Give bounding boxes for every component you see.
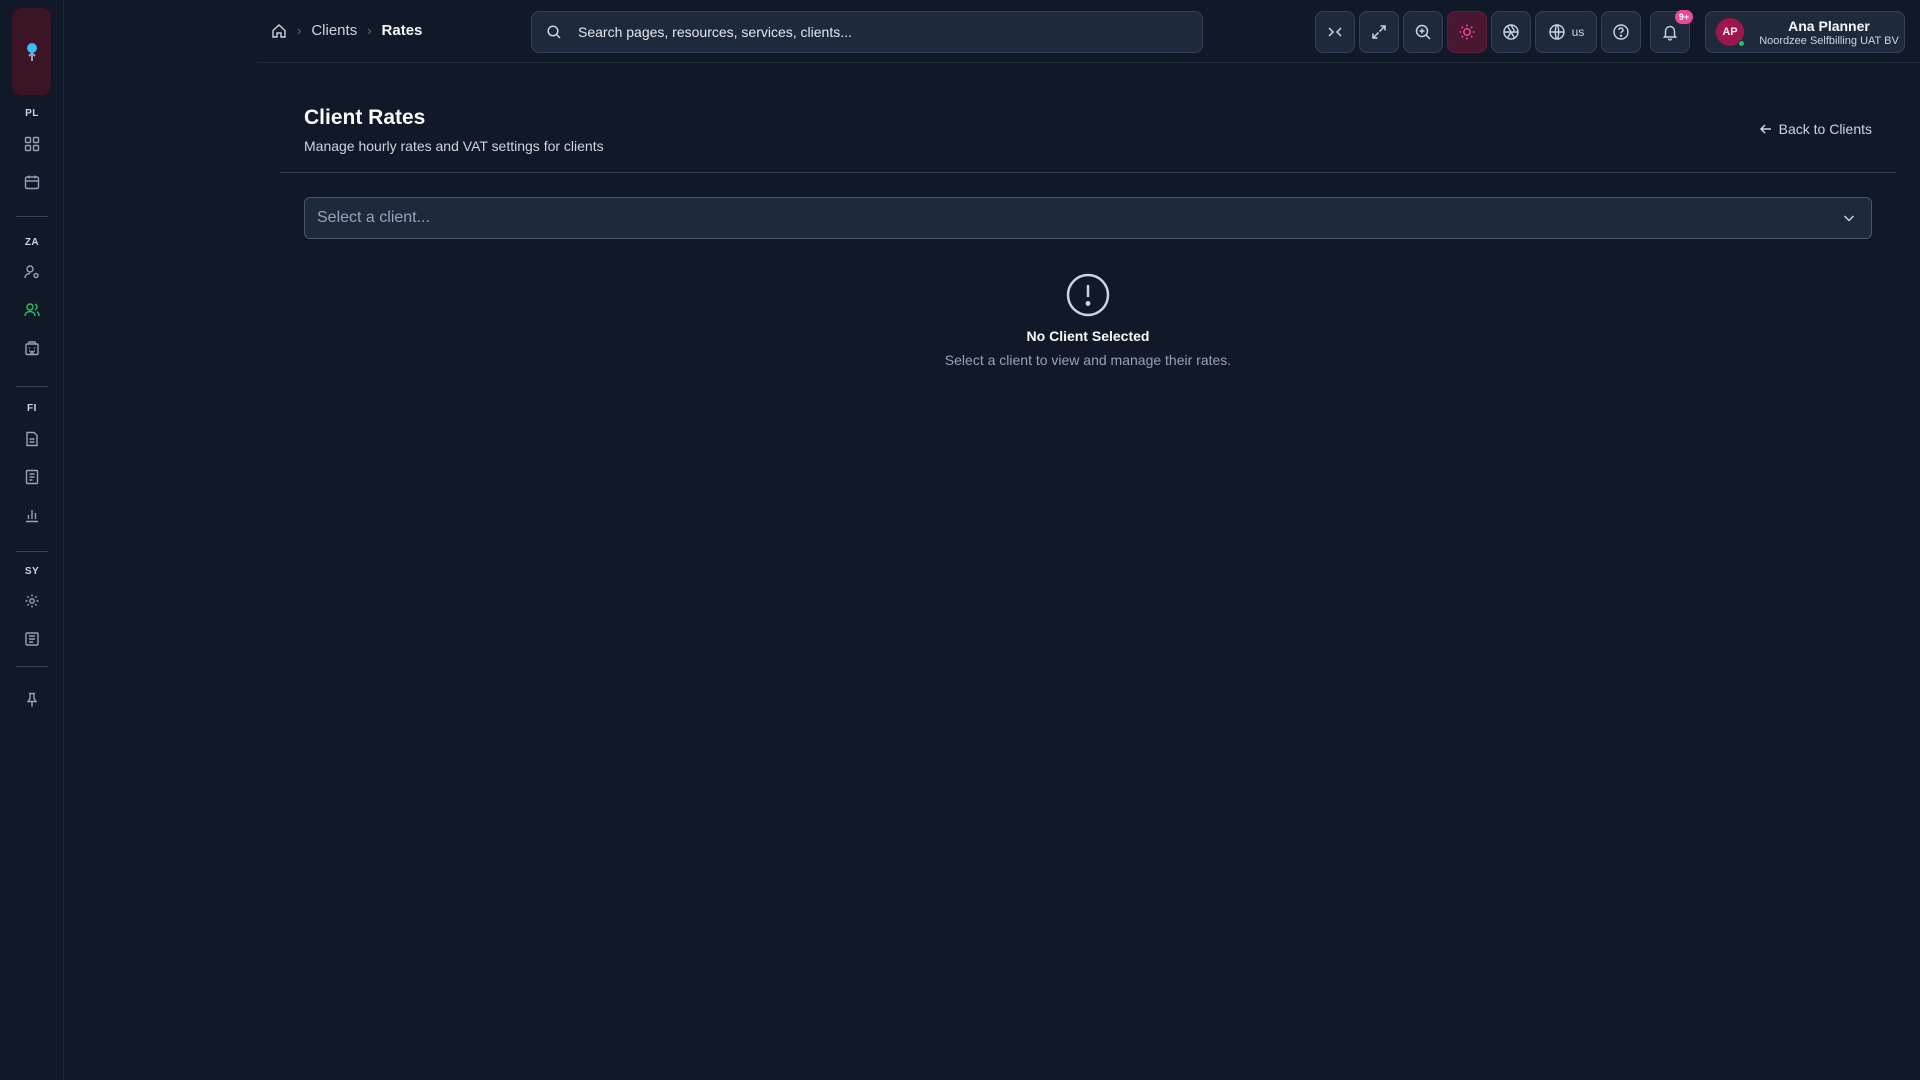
dashboard-icon[interactable] <box>22 134 42 154</box>
empty-state-title: No Client Selected <box>1026 328 1150 344</box>
sidebar-section-za: ZA <box>24 237 40 248</box>
sun-icon <box>1459 24 1475 40</box>
breadcrumb-clients[interactable]: Clients <box>311 22 357 39</box>
fullscreen-button[interactable] <box>1359 11 1399 53</box>
avatar: AP <box>1716 18 1745 47</box>
sidebar-divider <box>16 666 48 667</box>
bar-chart-icon[interactable] <box>22 505 42 525</box>
search-input[interactable] <box>578 24 1178 40</box>
language-code: us <box>1571 25 1585 39</box>
page-subtitle: Manage hourly rates and VAT settings for… <box>304 138 604 154</box>
user-menu[interactable]: AP Ana Planner Noordzee Selfbilling UAT … <box>1705 11 1905 53</box>
users-icon[interactable] <box>22 300 42 320</box>
breadcrumb-separator-icon: › <box>367 23 372 38</box>
pin-icon[interactable] <box>22 690 42 710</box>
page-title: Client Rates <box>304 106 426 129</box>
notification-badge: 9+ <box>1675 10 1693 24</box>
user-cog-icon[interactable] <box>22 262 42 282</box>
collapse-sidebar-button[interactable] <box>1315 11 1355 53</box>
sidebar-divider <box>16 386 48 387</box>
search-icon <box>546 24 562 40</box>
logs-icon[interactable] <box>22 629 42 649</box>
theme-toggle-button[interactable] <box>1447 11 1487 53</box>
breadcrumb-rates: Rates <box>381 22 423 39</box>
collapse-icon <box>1328 27 1342 37</box>
global-search[interactable] <box>531 11 1203 53</box>
notifications-button[interactable]: 9+ <box>1650 10 1693 53</box>
user-organization: Noordzee Selfbilling UAT BV <box>1759 34 1899 47</box>
breadcrumb: › Clients › Rates <box>271 22 422 39</box>
user-name: Ana Planner <box>1788 17 1870 34</box>
aperture-icon <box>1503 24 1519 40</box>
chevron-down-icon <box>1843 215 1855 222</box>
sidebar-divider <box>16 216 48 217</box>
globe-icon <box>1548 24 1565 40</box>
sidebar-divider <box>16 551 48 552</box>
sidebar-rail: PL ZA FI SY <box>0 0 64 1080</box>
zoom-button[interactable] <box>1403 11 1443 53</box>
avatar-initials: AP <box>1722 26 1738 38</box>
sidebar-section-pl: PL <box>25 108 39 119</box>
back-link-label: Back to Clients <box>1778 121 1872 137</box>
alert-circle-icon <box>1066 273 1110 317</box>
app-logo[interactable] <box>12 8 51 95</box>
breadcrumb-separator-icon: › <box>297 23 302 38</box>
sidebar-section-fi: FI <box>27 403 37 414</box>
home-icon[interactable] <box>271 23 287 39</box>
online-status-dot <box>1738 40 1745 47</box>
building-icon[interactable] <box>22 338 42 358</box>
back-to-clients-link[interactable]: Back to Clients <box>1759 121 1872 137</box>
logo-icon <box>26 42 37 61</box>
arrow-left-icon <box>1759 124 1771 134</box>
language-button[interactable]: us <box>1535 11 1597 53</box>
page-header: Client Rates Manage hourly rates and VAT… <box>280 63 1896 173</box>
client-select-placeholder: Select a client... <box>317 209 430 226</box>
help-icon <box>1613 24 1629 40</box>
top-bar: › Clients › Rates us 9+ AP <box>257 0 1920 63</box>
help-button[interactable] <box>1601 11 1641 53</box>
empty-state: No Client Selected Select a client to vi… <box>304 272 1872 368</box>
file-text-icon[interactable] <box>22 429 42 449</box>
settings-icon[interactable] <box>22 591 42 611</box>
appearance-button[interactable] <box>1491 11 1531 53</box>
bell-icon <box>1662 25 1678 41</box>
empty-state-description: Select a client to view and manage their… <box>944 352 1232 368</box>
zoom-in-icon <box>1415 24 1431 40</box>
client-select[interactable]: Select a client... <box>304 197 1872 239</box>
sidebar-section-sy: SY <box>24 566 40 577</box>
expand-icon <box>1372 25 1386 39</box>
calendar-icon[interactable] <box>22 172 42 192</box>
receipt-icon[interactable] <box>22 467 42 487</box>
